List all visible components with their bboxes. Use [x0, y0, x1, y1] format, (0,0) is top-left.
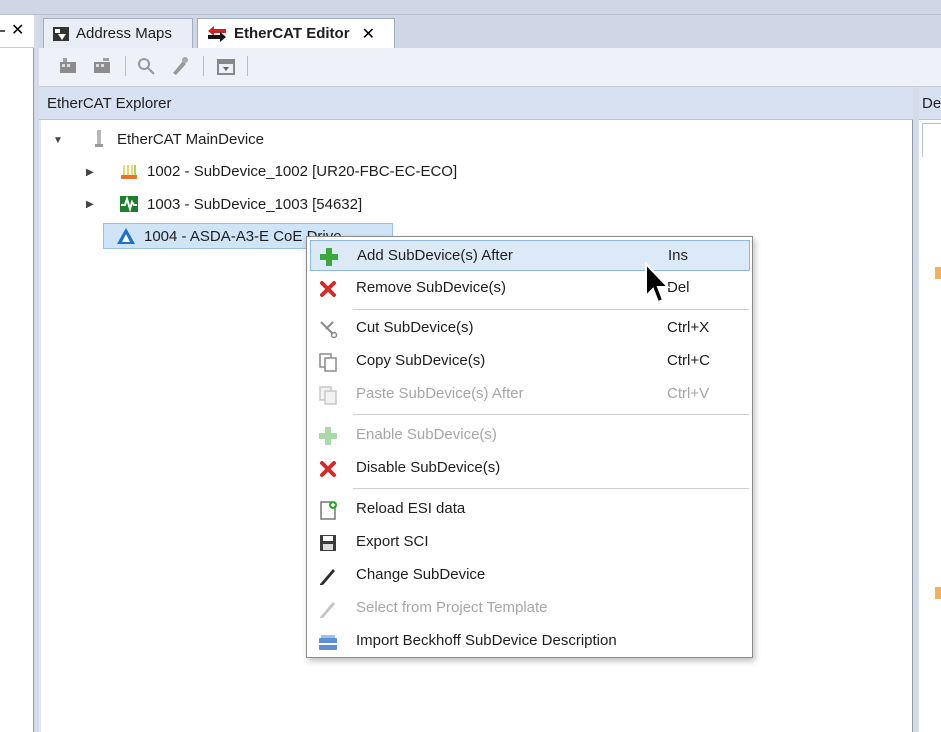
- paste-icon: [319, 386, 337, 405]
- title-strip: [0, 0, 941, 15]
- scissors-icon: [320, 321, 338, 339]
- menu-item-reload-esi[interactable]: Reload ESI data: [310, 494, 750, 525]
- add-device-toolbar-icon[interactable]: [57, 55, 79, 77]
- toolbar-separator: [247, 56, 248, 76]
- address-map-icon: [53, 26, 69, 41]
- maindevice-icon: [95, 130, 103, 147]
- menu-item-select-project-template[interactable]: Select from Project Template: [310, 593, 750, 624]
- import-device-icon: [319, 635, 337, 650]
- reload-document-icon: [320, 501, 337, 520]
- right-panel-title: De: [922, 95, 941, 112]
- left-panel-close-button[interactable]: ✕: [11, 20, 24, 40]
- tree-node-subdevice-1002[interactable]: 1002 - SubDevice_1002 [UR20-FBC-EC-ECO]: [119, 158, 457, 184]
- pencil-icon: [320, 569, 335, 585]
- menu-item-cut-subdevice[interactable]: Cut SubDevice(s) Ctrl+X: [310, 313, 750, 344]
- floppy-disk-icon: [320, 535, 336, 551]
- explorer-border: [39, 120, 41, 732]
- mouse-cursor-icon: [645, 262, 671, 304]
- right-panel: De: [919, 87, 941, 732]
- tree-node-label: EtherCAT MainDevice: [117, 130, 264, 148]
- toolbar-separator: [125, 56, 126, 76]
- drive-icon: [117, 228, 135, 244]
- tab-close-button[interactable]: ✕: [362, 24, 375, 44]
- explorer-header: EtherCAT Explorer: [39, 87, 913, 120]
- remove-device-toolbar-icon[interactable]: [91, 55, 113, 77]
- context-menu: Add SubDevice(s) After Ins Remove SubDev…: [306, 236, 753, 658]
- right-panel-marker: [935, 587, 941, 599]
- left-panel-tab: ✕: [0, 15, 34, 48]
- right-panel-header: De: [919, 87, 941, 120]
- collapsed-arrow-icon[interactable]: ▶: [86, 167, 96, 178]
- io-module-icon: [121, 165, 137, 179]
- collapsed-arrow-icon[interactable]: ▶: [86, 199, 96, 210]
- tree-node-label: 1002 - SubDevice_1002 [UR20-FBC-EC-ECO]: [147, 162, 458, 180]
- tree-node-maindevice[interactable]: EtherCAT MainDevice: [89, 126, 264, 152]
- red-x-icon: [320, 461, 336, 477]
- menu-item-remove-subdevice[interactable]: Remove SubDevice(s) Del: [310, 273, 750, 304]
- menu-item-enable-subdevice[interactable]: Enable SubDevice(s): [310, 420, 750, 451]
- green-plus-icon: [320, 248, 338, 266]
- pencil-icon: [320, 602, 335, 618]
- menu-item-paste-subdevice[interactable]: Paste SubDevice(s) After Ctrl+V: [310, 379, 750, 410]
- green-plus-icon: [319, 427, 337, 445]
- configure-toolbar-icon[interactable]: [169, 55, 191, 77]
- tab-address-maps[interactable]: Address Maps: [43, 18, 193, 48]
- toolbar-separator: [203, 56, 204, 76]
- menu-item-change-subdevice[interactable]: Change SubDevice: [310, 560, 750, 591]
- tab-ethercat-editor[interactable]: EtherCAT Editor ✕: [197, 18, 395, 48]
- menu-item-disable-subdevice[interactable]: Disable SubDevice(s): [310, 453, 750, 484]
- left-panel: ✕: [0, 15, 34, 732]
- scan-toolbar-icon[interactable]: [135, 55, 157, 77]
- tree-node-label: 1003 - SubDevice_1003 [54632]: [147, 195, 363, 213]
- export-toolbar-icon[interactable]: [215, 55, 237, 77]
- menu-item-add-subdevice[interactable]: Add SubDevice(s) After Ins: [310, 240, 750, 271]
- left-panel-dash: [0, 30, 5, 32]
- menu-item-copy-subdevice[interactable]: Copy SubDevice(s) Ctrl+C: [310, 346, 750, 377]
- signal-module-icon: [120, 195, 138, 213]
- tree-node-subdevice-1003[interactable]: 1003 - SubDevice_1003 [54632]: [119, 191, 362, 217]
- menu-separator: [353, 488, 749, 489]
- menu-separator: [353, 309, 749, 310]
- copy-icon: [319, 353, 337, 372]
- expand-arrow-icon[interactable]: ▼: [53, 135, 63, 146]
- document-tab-bar: Address Maps EtherCAT Editor ✕: [39, 15, 941, 48]
- ethercat-arrows-icon: [208, 25, 226, 42]
- menu-separator: [353, 414, 749, 415]
- tab-ethercat-editor-label: EtherCAT Editor: [234, 25, 350, 42]
- explorer-title: EtherCAT Explorer: [47, 95, 172, 112]
- editor-toolbar: [39, 48, 941, 87]
- red-x-icon: [320, 281, 336, 297]
- tab-address-maps-label: Address Maps: [76, 25, 172, 42]
- right-panel-tab[interactable]: [922, 123, 941, 157]
- menu-item-export-sci[interactable]: Export SCI: [310, 527, 750, 558]
- menu-item-import-beckhoff[interactable]: Import Beckhoff SubDevice Description: [310, 626, 750, 657]
- right-panel-marker: [935, 267, 941, 279]
